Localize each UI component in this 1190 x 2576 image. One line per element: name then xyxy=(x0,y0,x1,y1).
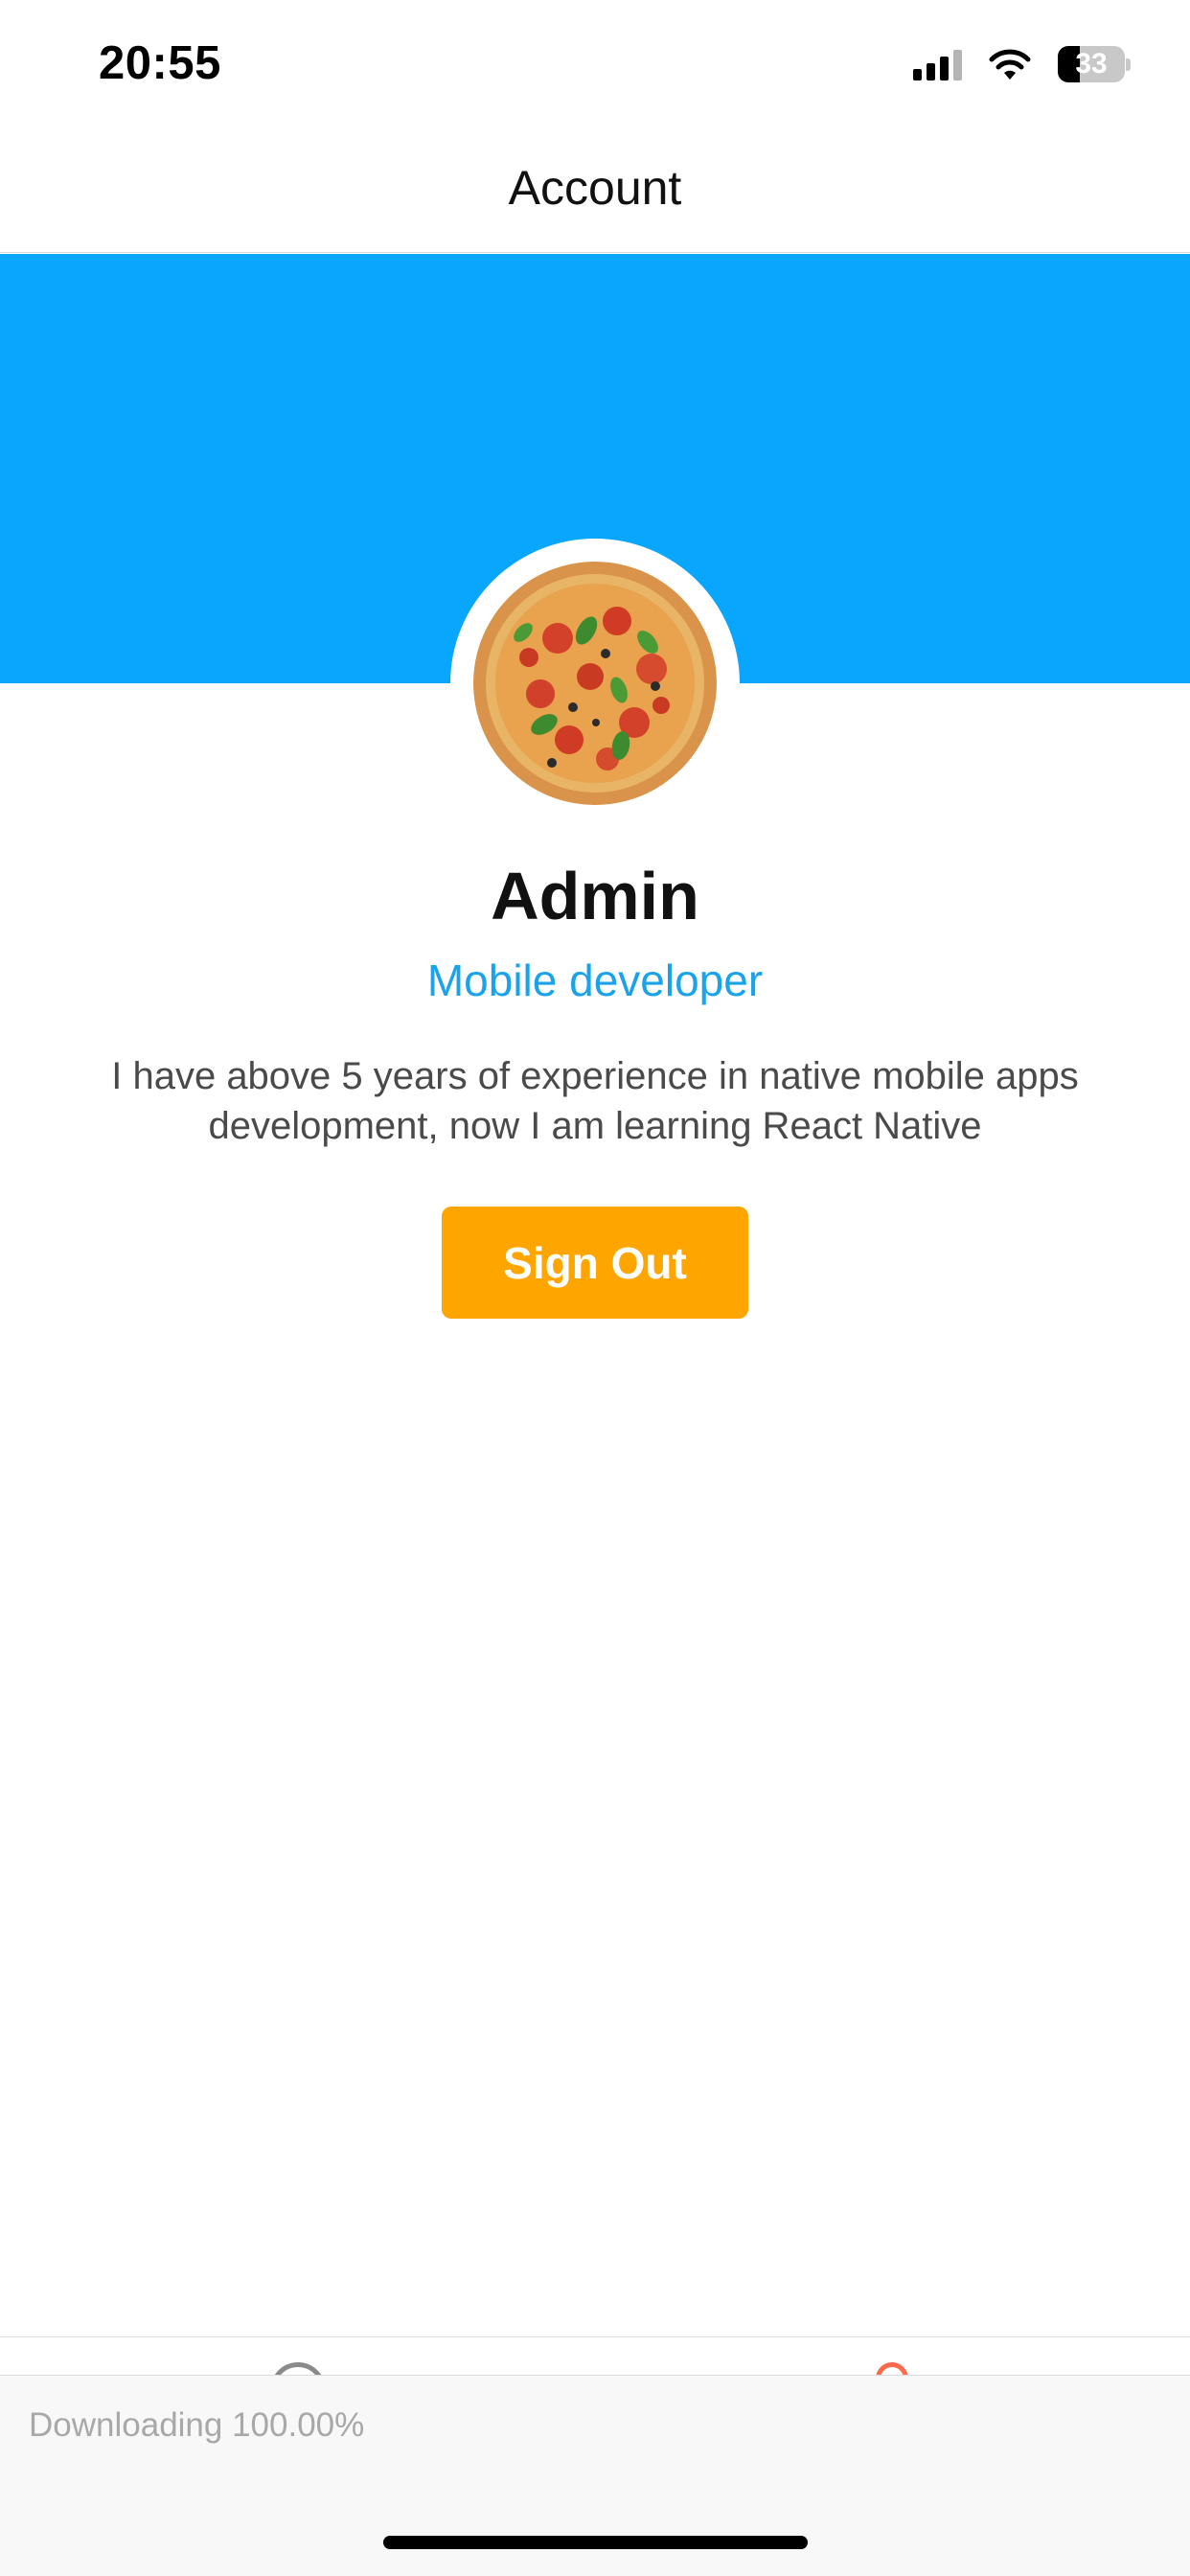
wifi-icon xyxy=(989,49,1031,80)
status-time: 20:55 xyxy=(99,37,221,89)
sign-out-button[interactable]: Sign Out xyxy=(442,1207,748,1319)
avatar xyxy=(473,562,717,805)
navigation-bar: Account xyxy=(0,129,1190,253)
battery-icon: 33 xyxy=(1058,46,1131,82)
profile-bio: I have above 5 years of experience in na… xyxy=(111,1055,1079,1147)
home-indicator[interactable] xyxy=(383,2536,808,2549)
battery-level: 33 xyxy=(1075,48,1108,80)
status-bar: 20:55 33 xyxy=(0,0,1190,129)
profile-name: Admin xyxy=(491,859,699,933)
signal-icon xyxy=(913,48,962,80)
account-screen: 20:55 33 Account Admin Mobile developer … xyxy=(0,0,1190,2576)
profile-role: Mobile developer xyxy=(426,955,764,1005)
status-icons: 33 xyxy=(913,44,1131,84)
pizza-avatar-image xyxy=(473,562,717,805)
page-title: Account xyxy=(508,161,682,215)
download-status-text: Downloading 100.00% xyxy=(29,2406,365,2444)
